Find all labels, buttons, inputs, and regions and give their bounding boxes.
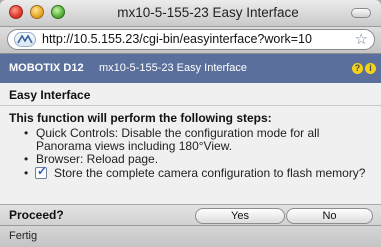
camera-header: MOBOTIX D12 mx10-5-155-23 Easy Interface… — [0, 54, 381, 83]
url-text: http://10.5.155.23/cgi-bin/easyinterface… — [42, 32, 312, 46]
divider — [0, 105, 381, 106]
step-quick-controls: Quick Controls: Disable the configuratio… — [36, 126, 320, 153]
proceed-label: Proceed? — [9, 208, 64, 222]
browser-window: mx10-5-155-23 Easy Interface http://10.5… — [0, 0, 381, 247]
list-item: • Quick Controls: Disable the configurat… — [24, 127, 374, 153]
checkmark-icon: ✓ — [37, 164, 48, 178]
window-title: mx10-5-155-23 Easy Interface — [117, 5, 299, 20]
close-icon[interactable] — [9, 5, 23, 19]
url-field[interactable]: http://10.5.155.23/cgi-bin/easyinterface… — [7, 29, 375, 50]
title-bar: mx10-5-155-23 Easy Interface — [0, 0, 381, 27]
step-browser-reload: Browser: Reload page. — [36, 152, 159, 166]
address-bar: http://10.5.155.23/cgi-bin/easyinterface… — [0, 27, 381, 54]
proceed-bar: Proceed? Yes No — [0, 204, 381, 225]
bullet: • — [24, 152, 29, 166]
yes-button[interactable]: Yes — [195, 208, 285, 224]
no-button[interactable]: No — [286, 208, 373, 224]
status-bar: Fertig — [0, 225, 381, 247]
intro-text: This function will perform the following… — [9, 111, 272, 125]
toolbar-toggle-button[interactable] — [351, 8, 371, 18]
status-text: Fertig — [9, 230, 38, 242]
help-icon[interactable]: ? — [352, 63, 363, 74]
star-icon[interactable]: ☆ — [351, 30, 368, 48]
info-icon[interactable]: i — [365, 63, 376, 74]
header-title: mx10-5-155-23 Easy Interface — [99, 62, 247, 74]
steps-list: • Quick Controls: Disable the configurat… — [24, 127, 374, 180]
site-identity-icon[interactable] — [14, 32, 36, 47]
page-content: MOBOTIX D12 mx10-5-155-23 Easy Interface… — [0, 54, 381, 225]
minimize-icon[interactable] — [30, 5, 44, 19]
zoom-icon[interactable] — [51, 5, 65, 19]
bullet: • — [24, 126, 29, 140]
store-config-checkbox[interactable]: ✓ — [35, 164, 48, 179]
bullet: • — [24, 166, 29, 180]
section-title: Easy Interface — [9, 88, 91, 102]
list-item: • ✓ Store the complete camera configurat… — [24, 164, 374, 180]
step-store-config: Store the complete camera configuration … — [54, 166, 366, 180]
list-item: • Browser: Reload page. — [24, 153, 374, 166]
camera-model: MOBOTIX D12 — [9, 62, 84, 74]
